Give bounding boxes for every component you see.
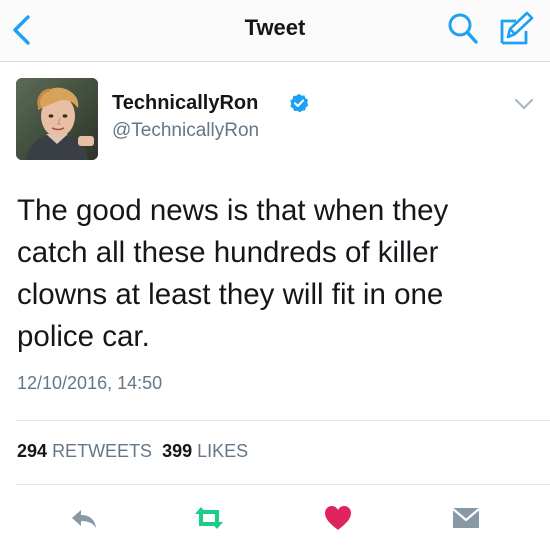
compose-icon[interactable] <box>496 9 536 49</box>
direct-message-icon[interactable] <box>450 502 482 534</box>
chevron-down-icon[interactable] <box>512 95 536 113</box>
reply-icon[interactable] <box>68 502 100 534</box>
likes-count: 399 <box>162 441 193 461</box>
retweets-count: 294 <box>17 441 48 461</box>
likes-stat[interactable]: 399 LIKES <box>162 441 248 461</box>
navigation-bar: Tweet <box>0 0 550 62</box>
tweet-action-bar <box>0 498 550 538</box>
avatar[interactable] <box>16 78 98 160</box>
retweets-stat[interactable]: 294 RETWEETS <box>17 441 152 461</box>
author-handle[interactable]: @TechnicallyRon <box>112 120 259 142</box>
retweet-icon[interactable] <box>192 502 224 534</box>
tweet-stats: 294 RETWEETS 399 LIKES <box>17 441 248 462</box>
author-display-name[interactable]: TechnicallyRon <box>112 92 258 115</box>
tweet-timestamp: 12/10/2016, 14:50 <box>17 373 163 393</box>
retweets-label: RETWEETS <box>52 441 153 461</box>
verified-badge-icon <box>289 93 309 113</box>
divider <box>16 484 550 485</box>
tweet-author: TechnicallyRon @TechnicallyRon <box>16 78 536 162</box>
like-heart-icon[interactable] <box>322 502 354 534</box>
search-icon[interactable] <box>446 11 480 47</box>
divider <box>16 420 550 421</box>
likes-label: LIKES <box>197 441 249 461</box>
tweet-text: The good news is that when they catch al… <box>17 194 449 353</box>
